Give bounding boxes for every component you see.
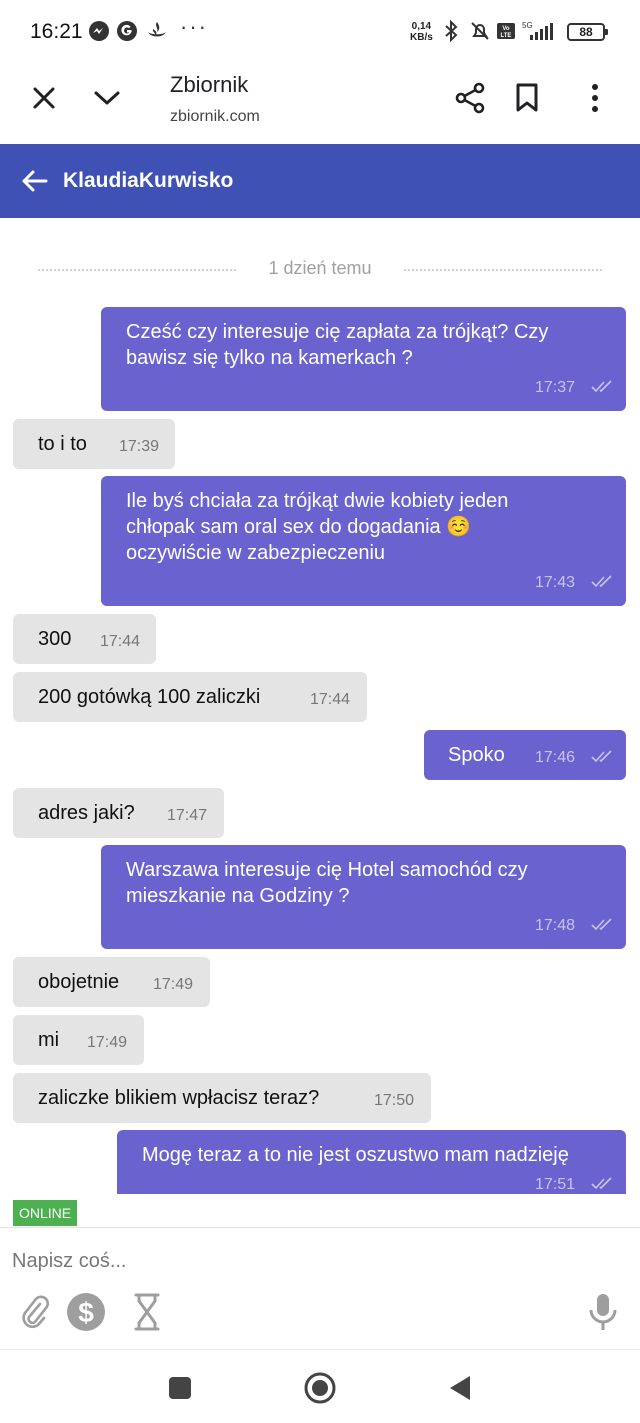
message-time: 17:51	[535, 1176, 576, 1193]
read-ticks-icon	[591, 575, 612, 588]
message-time: 17:44	[100, 633, 141, 650]
chat-header: KlaudiaKurwisko	[0, 144, 640, 218]
svg-text:$: $	[78, 1297, 94, 1328]
mute-icon	[471, 22, 489, 40]
svg-text:LTE: LTE	[501, 33, 512, 39]
message-text-line: Ile byś chciała za trójkąt dwie kobiety …	[126, 490, 509, 512]
bookmark-icon	[516, 83, 538, 112]
message-text: Mogę teraz a to nie jest oszustwo mam na…	[142, 1144, 569, 1166]
message-time: 17:44	[310, 691, 351, 708]
close-icon	[33, 87, 55, 109]
minimize-button[interactable]	[87, 78, 127, 118]
message-text: 300	[38, 628, 72, 650]
bluetooth-icon	[445, 20, 458, 42]
message-time: 17:43	[535, 574, 576, 591]
message-outgoing[interactable]: Spoko 17:46	[424, 730, 626, 780]
message-input[interactable]	[12, 1246, 612, 1276]
svg-text:Vo: Vo	[502, 26, 510, 32]
message-time: 17:48	[535, 917, 576, 934]
message-text: 200 gotówką 100 zaliczki	[38, 686, 261, 708]
message-outgoing[interactable]: Warszawa interesuje cię Hotel samochód c…	[101, 845, 626, 949]
signal-icon: 5G	[522, 21, 553, 40]
online-status-badge: ONLINE	[13, 1200, 78, 1226]
back-button[interactable]	[14, 161, 54, 201]
message-time: 17:49	[153, 976, 194, 993]
message-outgoing[interactable]: Ile byś chciała za trójkąt dwie kobiety …	[101, 476, 626, 606]
read-ticks-icon	[591, 918, 612, 931]
status-time: 16:21	[30, 20, 83, 43]
message-incoming[interactable]: 200 gotówką 100 zaliczki 17:44	[13, 672, 367, 722]
voice-message-button[interactable]	[582, 1291, 624, 1333]
message-text-line: bawisz się tylko na kamerkach ?	[126, 347, 413, 369]
attach-button[interactable]	[14, 1291, 56, 1333]
google-icon	[117, 21, 137, 41]
chat-username[interactable]: KlaudiaKurwisko	[63, 169, 233, 193]
recents-button[interactable]	[160, 1368, 200, 1408]
share-button[interactable]	[450, 78, 490, 118]
message-time: 17:39	[119, 438, 160, 455]
page-title: Zbiornik	[170, 72, 249, 97]
message-text: obojetnie	[38, 971, 120, 993]
attachment-icon	[22, 1295, 49, 1329]
chevron-down-icon	[94, 91, 120, 105]
network-speed: 0,14 KB/s	[410, 21, 433, 43]
payment-button[interactable]: $	[65, 1291, 107, 1333]
dollar-coin-icon: $	[67, 1293, 105, 1331]
home-button[interactable]	[300, 1368, 340, 1408]
message-time: 17:46	[535, 749, 576, 766]
message-time: 17:47	[167, 807, 208, 824]
bookmark-button[interactable]	[507, 78, 547, 118]
more-vert-icon	[592, 84, 598, 112]
message-text: zaliczke blikiem wpłacisz teraz?	[38, 1087, 320, 1109]
microphone-icon	[589, 1294, 617, 1330]
page-url: zbiornik.com	[170, 108, 260, 125]
divider-line-right	[404, 269, 602, 271]
read-ticks-icon	[591, 380, 612, 393]
message-list[interactable]: 1 dzień temu Cześć czy interesuje cię za…	[0, 218, 640, 1194]
arrow-left-icon	[22, 170, 48, 192]
back-triangle-icon	[450, 1376, 470, 1400]
message-incoming[interactable]: 300 17:44	[13, 614, 156, 664]
svg-text:5G: 5G	[522, 21, 533, 30]
home-circle-icon	[304, 1372, 336, 1404]
message-incoming[interactable]: obojetnie 17:49	[13, 957, 210, 1007]
read-ticks-icon	[591, 750, 612, 763]
back-nav-button[interactable]	[440, 1368, 480, 1408]
status-bar: 16:21 ··· 0,14 KB/s Vo LTE 5G 88	[0, 0, 640, 62]
message-time: 17:37	[535, 379, 576, 396]
message-text: adres jaki?	[38, 802, 135, 824]
message-text: mi	[38, 1029, 60, 1051]
battery-icon: 88	[567, 23, 608, 41]
message-incoming[interactable]: mi 17:49	[13, 1015, 144, 1065]
recents-square-icon	[169, 1377, 191, 1399]
messenger-icon	[89, 21, 109, 41]
santander-icon	[148, 22, 166, 37]
message-incoming[interactable]: to i to 17:39	[13, 419, 175, 469]
read-ticks-icon	[591, 1177, 612, 1190]
hourglass-icon	[134, 1293, 160, 1331]
composer-divider	[0, 1227, 640, 1228]
message-text-line: mieszkanie na Godziny ?	[126, 885, 350, 907]
system-navigation-bar	[0, 1349, 640, 1423]
message-text-line: oczywiście w zabezpieczeniu	[126, 542, 386, 564]
message-text: to i to	[38, 433, 87, 455]
message-incoming[interactable]: zaliczke blikiem wpłacisz teraz? 17:50	[13, 1073, 431, 1123]
message-text: Spoko	[448, 744, 505, 766]
more-options-button[interactable]	[575, 78, 615, 118]
close-button[interactable]	[24, 78, 64, 118]
message-time: 17:49	[87, 1034, 128, 1051]
volte-icon: Vo LTE	[497, 23, 515, 39]
message-outgoing[interactable]: Cześć czy interesuje cię zapłata za trój…	[101, 307, 626, 411]
message-text-line: chłopak sam oral sex do dogadania ☺️	[126, 516, 472, 538]
timer-button[interactable]	[126, 1291, 168, 1333]
date-divider: 1 dzień temu	[0, 258, 640, 280]
more-dots-icon: ···	[180, 14, 208, 39]
message-outgoing[interactable]: Mogę teraz a to nie jest oszustwo mam na…	[117, 1130, 626, 1194]
message-text-line: Cześć czy interesuje cię zapłata za trój…	[126, 321, 549, 343]
message-incoming[interactable]: adres jaki? 17:47	[13, 788, 224, 838]
message-text-line: Warszawa interesuje cię Hotel samochód c…	[126, 859, 528, 881]
message-time: 17:50	[374, 1092, 415, 1109]
browser-toolbar: Zbiornik zbiornik.com	[0, 62, 640, 144]
share-icon	[455, 82, 485, 114]
